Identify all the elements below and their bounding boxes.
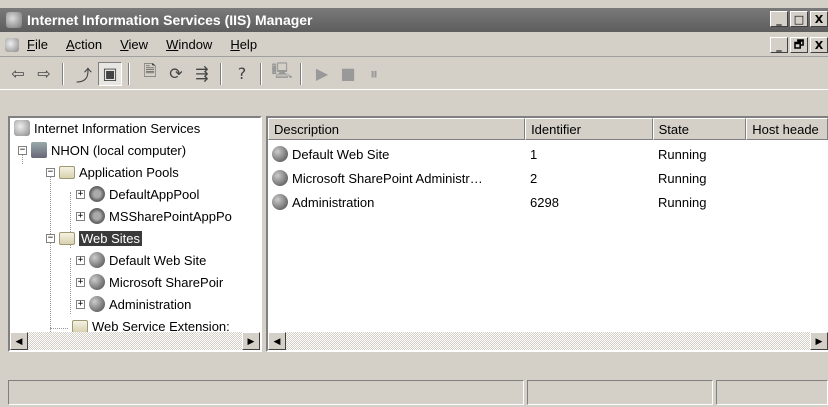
list-header: Description Identifier State Host heade [268,118,828,140]
expand-icon[interactable]: + [76,189,85,199]
column-header-identifier[interactable]: Identifier [525,118,653,140]
toolbar: ⇦ ⇨ ⤴ ▣ 🗎 ⟳ ⇶ ? 🖳 ▶ ■ ⏸ [0,58,828,90]
menu-file[interactable]: File [27,37,48,52]
collapse-icon[interactable]: − [46,233,55,243]
export-list-icon[interactable]: ⇶ [190,62,214,86]
computer-icon[interactable]: 🖳 [270,61,294,86]
scroll-left-arrow-icon[interactable]: ◀ [268,332,286,350]
scroll-right-arrow-icon[interactable]: ▶ [242,332,260,350]
cell-state: Running [658,170,707,186]
tree-horizontal-scrollbar[interactable]: ◀ ▶ [10,332,260,350]
status-panel [8,380,524,405]
tree-item-administration[interactable]: + Administration [76,294,191,314]
status-panel [716,380,828,405]
close-button[interactable]: X [810,11,828,27]
app-pool-gears-icon [89,186,105,202]
web-site-globe-icon [89,274,105,290]
folder-icon [72,319,88,333]
status-bar [0,378,828,407]
folder-icon [59,231,75,245]
web-site-globe-icon [272,170,288,186]
tree-item-sharepoint-app-pool[interactable]: + MSSharePointAppPo [76,206,232,226]
app-pool-gears-icon [89,208,105,224]
web-site-globe-icon [272,194,288,210]
iis-app-icon[interactable] [6,12,22,28]
iis-root-icon [14,120,30,136]
cell-identifier: 6298 [530,194,559,210]
back-arrow-icon[interactable]: ⇦ [6,62,30,86]
refresh-icon[interactable]: ⟳ [164,62,188,86]
cell-identifier: 1 [530,146,538,162]
menu-bar: File Action View Window Help _ 🗗 X [0,33,828,57]
menu-action[interactable]: Action [66,37,102,52]
toolbar-separator [220,62,222,85]
column-header-host-header[interactable]: Host heade [746,118,828,140]
scroll-right-arrow-icon[interactable]: ▶ [810,332,828,350]
maximize-button[interactable]: □ [790,11,808,27]
expand-icon[interactable]: + [76,299,85,309]
play-icon[interactable]: ▶ [310,62,334,86]
expand-icon[interactable]: + [76,277,85,287]
collapse-icon[interactable]: − [46,167,55,177]
stop-icon[interactable]: ■ [336,62,360,86]
cell-state: Running [658,194,707,210]
console-tree[interactable]: Internet Information Services − NHON (lo… [8,116,262,352]
cell-state: Running [658,146,707,162]
list-row[interactable]: Microsoft SharePoint Administr… 2 Runnin… [268,166,828,190]
expand-icon[interactable]: + [76,211,85,221]
scroll-left-arrow-icon[interactable]: ◀ [10,332,28,350]
web-site-globe-icon [89,252,105,268]
computer-icon [31,142,47,158]
forward-arrow-icon[interactable]: ⇨ [32,62,56,86]
minimize-button[interactable]: _ [770,11,788,27]
folder-icon [59,165,75,179]
list-horizontal-scrollbar[interactable]: ◀ ▶ [268,332,828,350]
expand-icon[interactable]: + [76,255,85,265]
toolbar-separator [62,62,64,85]
show-hide-tree-icon[interactable]: ▣ [98,61,122,86]
menu-view[interactable]: View [120,37,148,52]
column-header-state[interactable]: State [652,118,747,140]
tree-item-web-sites[interactable]: − Web Sites [46,228,143,248]
title-bar: Internet Information Services (IIS) Mana… [0,8,828,32]
menu-window[interactable]: Window [166,37,212,52]
pause-icon[interactable]: ⏸ [362,62,386,86]
toolbar-separator [260,62,262,85]
child-minimize-button[interactable]: _ [770,37,788,53]
window-title: Internet Information Services (IIS) Mana… [27,12,313,28]
tree-item-iis-root[interactable]: Internet Information Services [14,118,200,138]
web-site-globe-icon [272,146,288,162]
list-row[interactable]: Administration 6298 Running [268,190,828,214]
web-site-globe-icon [89,296,105,312]
up-one-level-icon[interactable]: ⤴ [72,62,96,86]
help-icon[interactable]: ? [230,62,254,86]
child-close-button[interactable]: X [810,37,828,53]
status-panel [527,380,713,405]
web-sites-list[interactable]: Description Identifier State Host heade … [266,116,828,352]
toolbar-separator [300,62,302,85]
document-menu-icon[interactable] [5,37,19,52]
list-row[interactable]: Default Web Site 1 Running [268,142,828,166]
tree-item-app-pools[interactable]: − Application Pools [46,162,179,182]
cell-identifier: 2 [530,170,538,186]
scroll-track[interactable] [286,332,810,350]
scroll-track[interactable] [28,332,242,350]
tree-item-default-app-pool[interactable]: + DefaultAppPool [76,184,199,204]
child-restore-button[interactable]: 🗗 [790,37,808,53]
tree-item-computer[interactable]: − NHON (local computer) [18,140,186,160]
menu-help[interactable]: Help [230,37,257,52]
toolbar-separator [128,62,130,85]
properties-icon[interactable]: 🗎 [138,61,162,86]
collapse-icon[interactable]: − [18,145,27,155]
tree-item-default-web-site[interactable]: + Default Web Site [76,250,206,270]
tree-item-sharepoint-site[interactable]: + Microsoft SharePoir [76,272,223,292]
column-header-description[interactable]: Description [268,118,526,140]
